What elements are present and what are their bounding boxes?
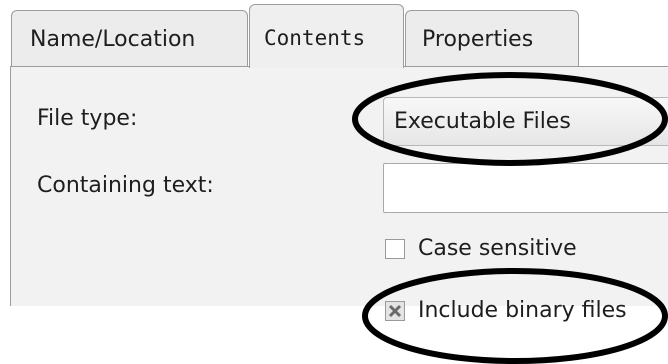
- tab-properties[interactable]: Properties: [405, 10, 579, 66]
- containing-text-label: Containing text:: [37, 173, 214, 198]
- file-type-combobox[interactable]: Executable Files: [383, 97, 668, 146]
- include-binary-checkbox[interactable]: [385, 300, 405, 321]
- case-sensitive-checkbox[interactable]: [385, 238, 405, 259]
- include-binary-label: Include binary files: [418, 298, 627, 323]
- tab-bar: Name/Location Contents Properties: [0, 0, 668, 68]
- include-binary-row[interactable]: Include binary files: [385, 298, 627, 323]
- containing-text-input[interactable]: [383, 163, 668, 213]
- tab-name-location[interactable]: Name/Location: [11, 10, 248, 66]
- tab-properties-label: Properties: [422, 27, 534, 52]
- tab-name-location-label: Name/Location: [30, 27, 196, 52]
- check-x-icon: [388, 304, 402, 317]
- case-sensitive-label: Case sensitive: [418, 236, 577, 261]
- file-type-label: File type:: [37, 106, 138, 131]
- file-type-value: Executable Files: [394, 109, 571, 134]
- tab-contents-label: Contents: [264, 25, 366, 50]
- case-sensitive-row[interactable]: Case sensitive: [385, 236, 577, 261]
- tab-contents[interactable]: Contents: [249, 4, 404, 68]
